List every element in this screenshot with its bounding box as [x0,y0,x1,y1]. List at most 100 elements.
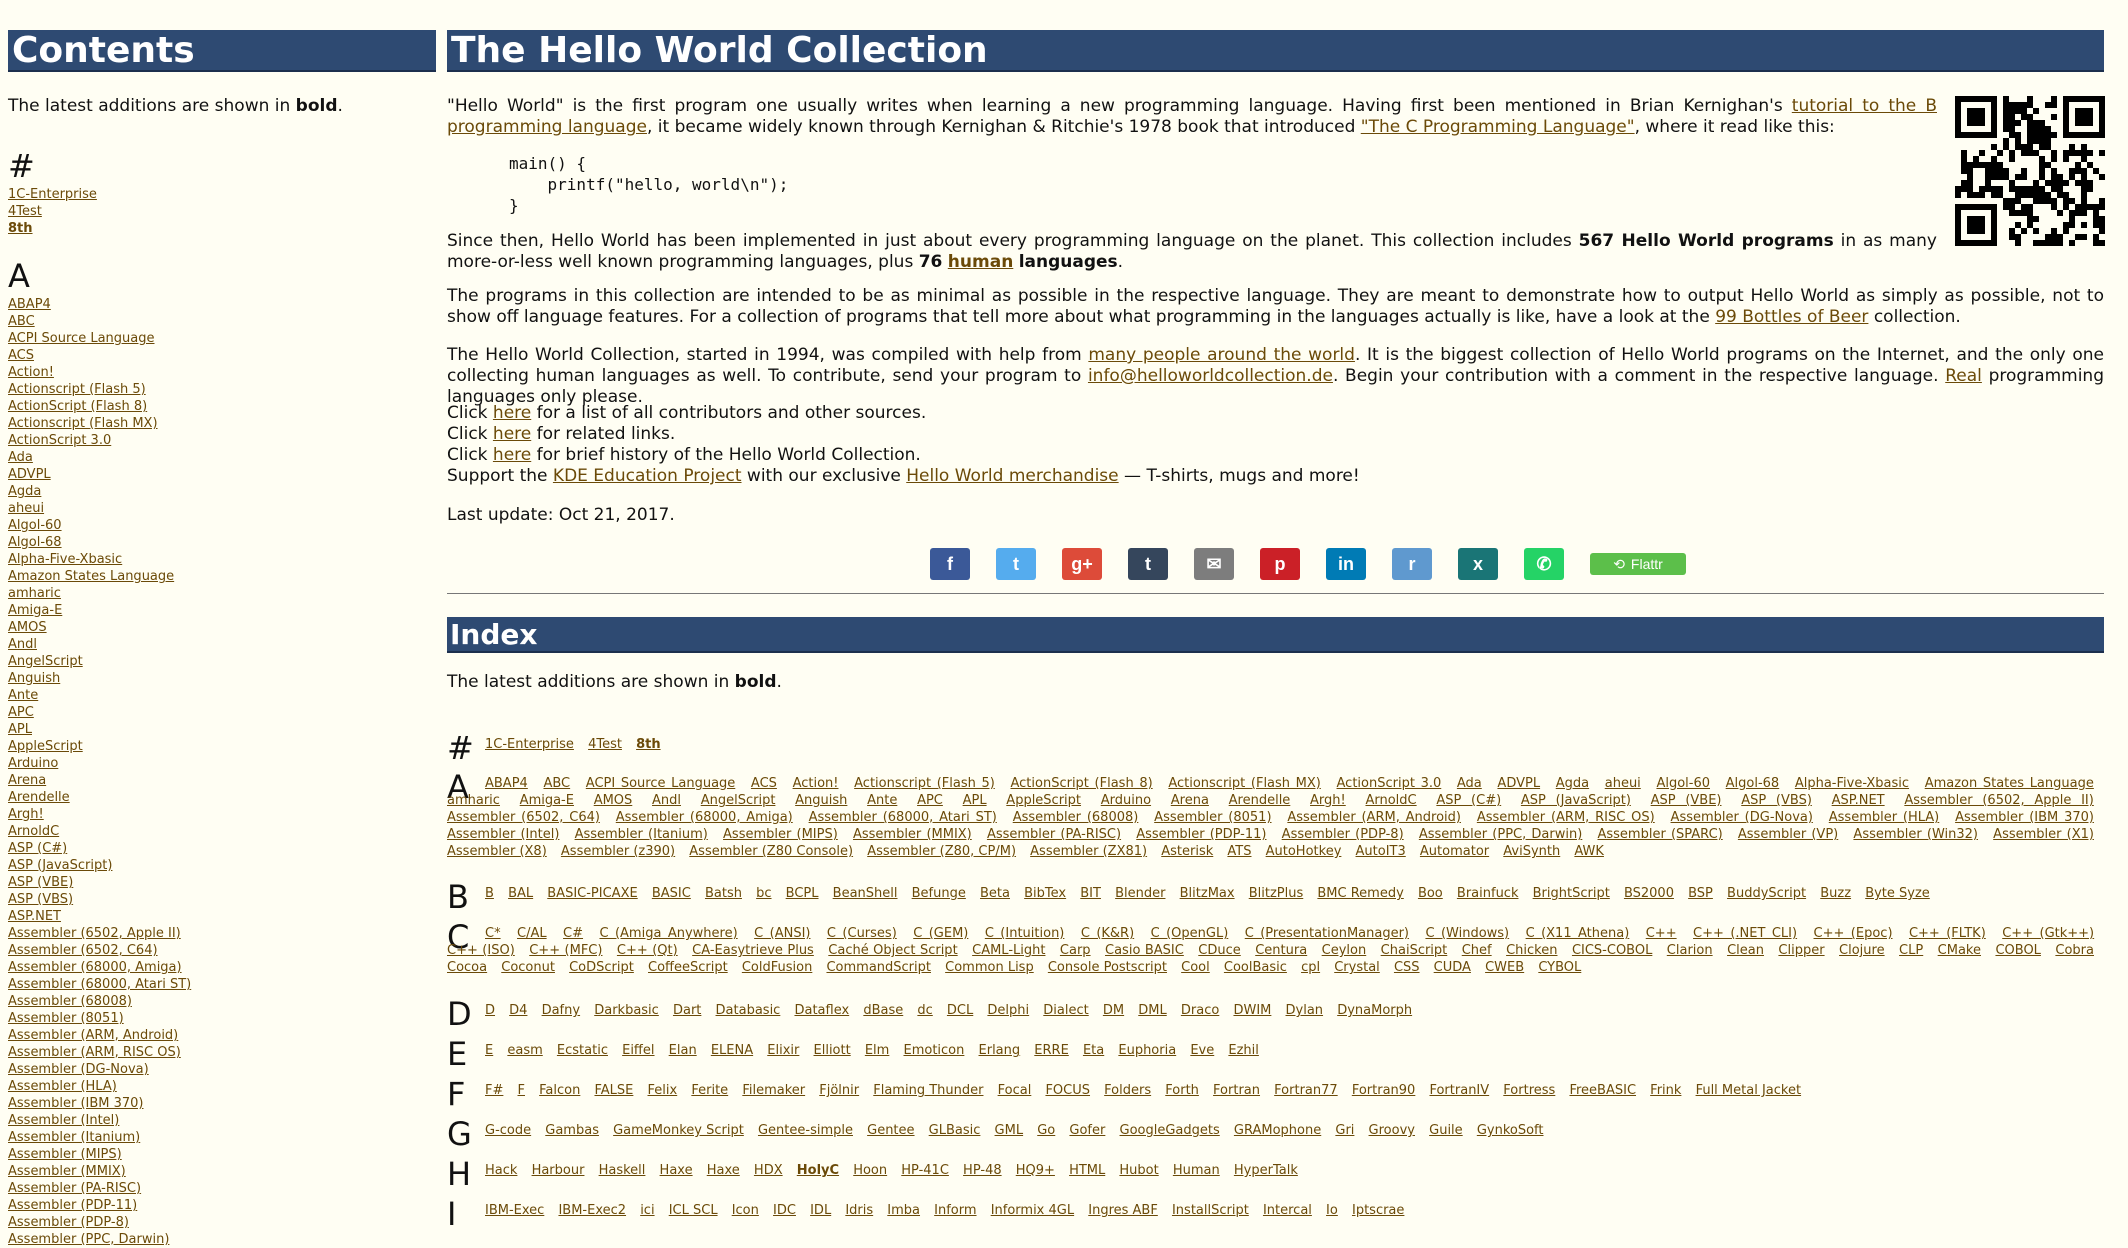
index-link[interactable]: BAL [508,886,533,901]
index-link[interactable]: Assembler (Z80 Console) [689,844,853,859]
index-link[interactable]: DM [1103,1003,1124,1018]
index-link[interactable]: FreeBASIC [1569,1083,1636,1098]
index-link[interactable]: Focal [998,1083,1032,1098]
index-link[interactable]: IBM-Exec2 [558,1203,626,1218]
index-link[interactable]: Assembler (SPARC) [1597,827,1722,842]
index-link[interactable]: Assembler (ARM, RISC OS) [1477,810,1655,825]
index-link[interactable]: FALSE [594,1083,633,1098]
index-link[interactable]: Gentee-simple [758,1123,853,1138]
sidebar-link[interactable]: Arena [8,772,191,789]
index-link[interactable]: C++ (ISO) [447,943,515,958]
index-link[interactable]: Amazon States Language [1925,776,2094,791]
index-link[interactable]: Beta [980,886,1010,901]
index-link[interactable]: ABAP4 [485,776,528,791]
index-link[interactable]: B [485,886,494,901]
index-link[interactable]: Assembler (PPC, Darwin) [1419,827,1582,842]
index-link[interactable]: Algol-68 [1726,776,1780,791]
index-link[interactable]: BuddyScript [1727,886,1806,901]
index-link[interactable]: GLBasic [929,1123,981,1138]
sidebar-link[interactable]: 1C-Enterprise [8,186,97,203]
sidebar-link[interactable]: Assembler (8051) [8,1010,191,1027]
index-link[interactable]: Eta [1083,1043,1104,1058]
sidebar-link[interactable]: ACS [8,347,191,364]
index-link[interactable]: Andl [652,793,681,808]
index-link[interactable]: easm [507,1043,542,1058]
index-link[interactable]: CoDScript [569,960,634,975]
index-link[interactable]: ActionScript (Flash 8) [1010,776,1152,791]
contributors-world-link[interactable]: many people around the world [1088,345,1355,365]
index-link[interactable]: cpl [1301,960,1320,975]
index-link[interactable]: C (OpenGL) [1151,926,1229,941]
index-link[interactable]: Full Metal Jacket [1696,1083,1802,1098]
index-link[interactable]: InstallScript [1172,1203,1249,1218]
sidebar-link[interactable]: ASP (VBS) [8,891,191,908]
index-link[interactable]: Filemaker [742,1083,805,1098]
index-link[interactable]: Assembler (Win32) [1853,827,1978,842]
index-link[interactable]: Fjölnir [819,1083,859,1098]
index-link[interactable]: ATS [1227,844,1251,859]
index-link[interactable]: ici [640,1203,654,1218]
index-link[interactable]: Assembler (68000, Atari ST) [809,810,997,825]
index-link[interactable]: dBase [863,1003,903,1018]
sidebar-link[interactable]: ActionScript 3.0 [8,432,191,449]
sidebar-link[interactable]: 8th [8,220,97,237]
index-link[interactable]: Human [1173,1163,1220,1178]
index-link[interactable]: Ecstatic [557,1043,608,1058]
index-link[interactable]: Dialect [1043,1003,1088,1018]
sidebar-link[interactable]: ABC [8,313,191,330]
index-link[interactable]: Hoon [853,1163,887,1178]
index-link[interactable]: Gambas [545,1123,599,1138]
sidebar-link[interactable]: Anguish [8,670,191,687]
index-link[interactable]: BASIC [652,886,691,901]
sidebar-link[interactable]: Assembler (6502, C64) [8,942,191,959]
index-link[interactable]: C++ (MFC) [529,943,602,958]
index-link[interactable]: Console Postscript [1048,960,1167,975]
index-link[interactable]: Emoticon [903,1043,964,1058]
index-link[interactable]: C (GEM) [913,926,968,941]
index-link[interactable]: aheui [1605,776,1641,791]
index-link[interactable]: C++ (Epoc) [1814,926,1893,941]
index-link[interactable]: Actionscript (Flash MX) [1168,776,1321,791]
index-link[interactable]: HDX [754,1163,783,1178]
index-link[interactable]: GynkoSoft [1477,1123,1544,1138]
related-links-link[interactable]: here [493,424,531,444]
index-link[interactable]: DML [1138,1003,1166,1018]
index-link[interactable]: BCPL [786,886,819,901]
index-link[interactable]: Assembler (X1) [1993,827,2094,842]
index-link[interactable]: Assembler (VP) [1738,827,1838,842]
index-link[interactable]: Intercal [1263,1203,1312,1218]
sidebar-link[interactable]: AngelScript [8,653,191,670]
sidebar-link[interactable]: aheui [8,500,191,517]
index-link[interactable]: BIT [1080,886,1101,901]
index-link[interactable]: BMC Remedy [1317,886,1403,901]
index-link[interactable]: dc [917,1003,932,1018]
index-link[interactable]: HQ9+ [1016,1163,1055,1178]
index-link[interactable]: BSP [1688,886,1713,901]
index-link[interactable]: Groovy [1369,1123,1415,1138]
index-link[interactable]: Anguish [795,793,847,808]
index-link[interactable]: Agda [1556,776,1589,791]
twitter-icon[interactable]: t [996,548,1036,580]
index-link[interactable]: BS2000 [1624,886,1674,901]
index-link[interactable]: Dylan [1286,1003,1324,1018]
sidebar-link[interactable]: ACPI Source Language [8,330,191,347]
pinterest-icon[interactable]: p [1260,548,1300,580]
human-languages-link[interactable]: human [948,252,1014,272]
index-link[interactable]: ActionScript 3.0 [1337,776,1442,791]
index-link[interactable]: Byte Syze [1865,886,1930,901]
sidebar-link[interactable]: Arendelle [8,789,191,806]
index-link[interactable]: AutoHotkey [1266,844,1342,859]
history-link[interactable]: here [493,445,531,465]
index-link[interactable]: AviSynth [1503,844,1560,859]
index-link[interactable]: HP-41C [901,1163,949,1178]
index-link[interactable]: AngelScript [701,793,776,808]
sidebar-link[interactable]: APL [8,721,191,738]
sidebar-link[interactable]: Assembler (PDP-8) [8,1214,191,1231]
index-link[interactable]: Assembler (PA-RISC) [987,827,1121,842]
index-link[interactable]: Assembler (MMIX) [853,827,972,842]
index-link[interactable]: ChaiScript [1381,943,1448,958]
index-link[interactable]: Assembler (ZX81) [1030,844,1147,859]
sidebar-link[interactable]: Assembler (MIPS) [8,1146,191,1163]
index-link[interactable]: Dart [673,1003,701,1018]
index-link[interactable]: CMake [1938,943,1981,958]
